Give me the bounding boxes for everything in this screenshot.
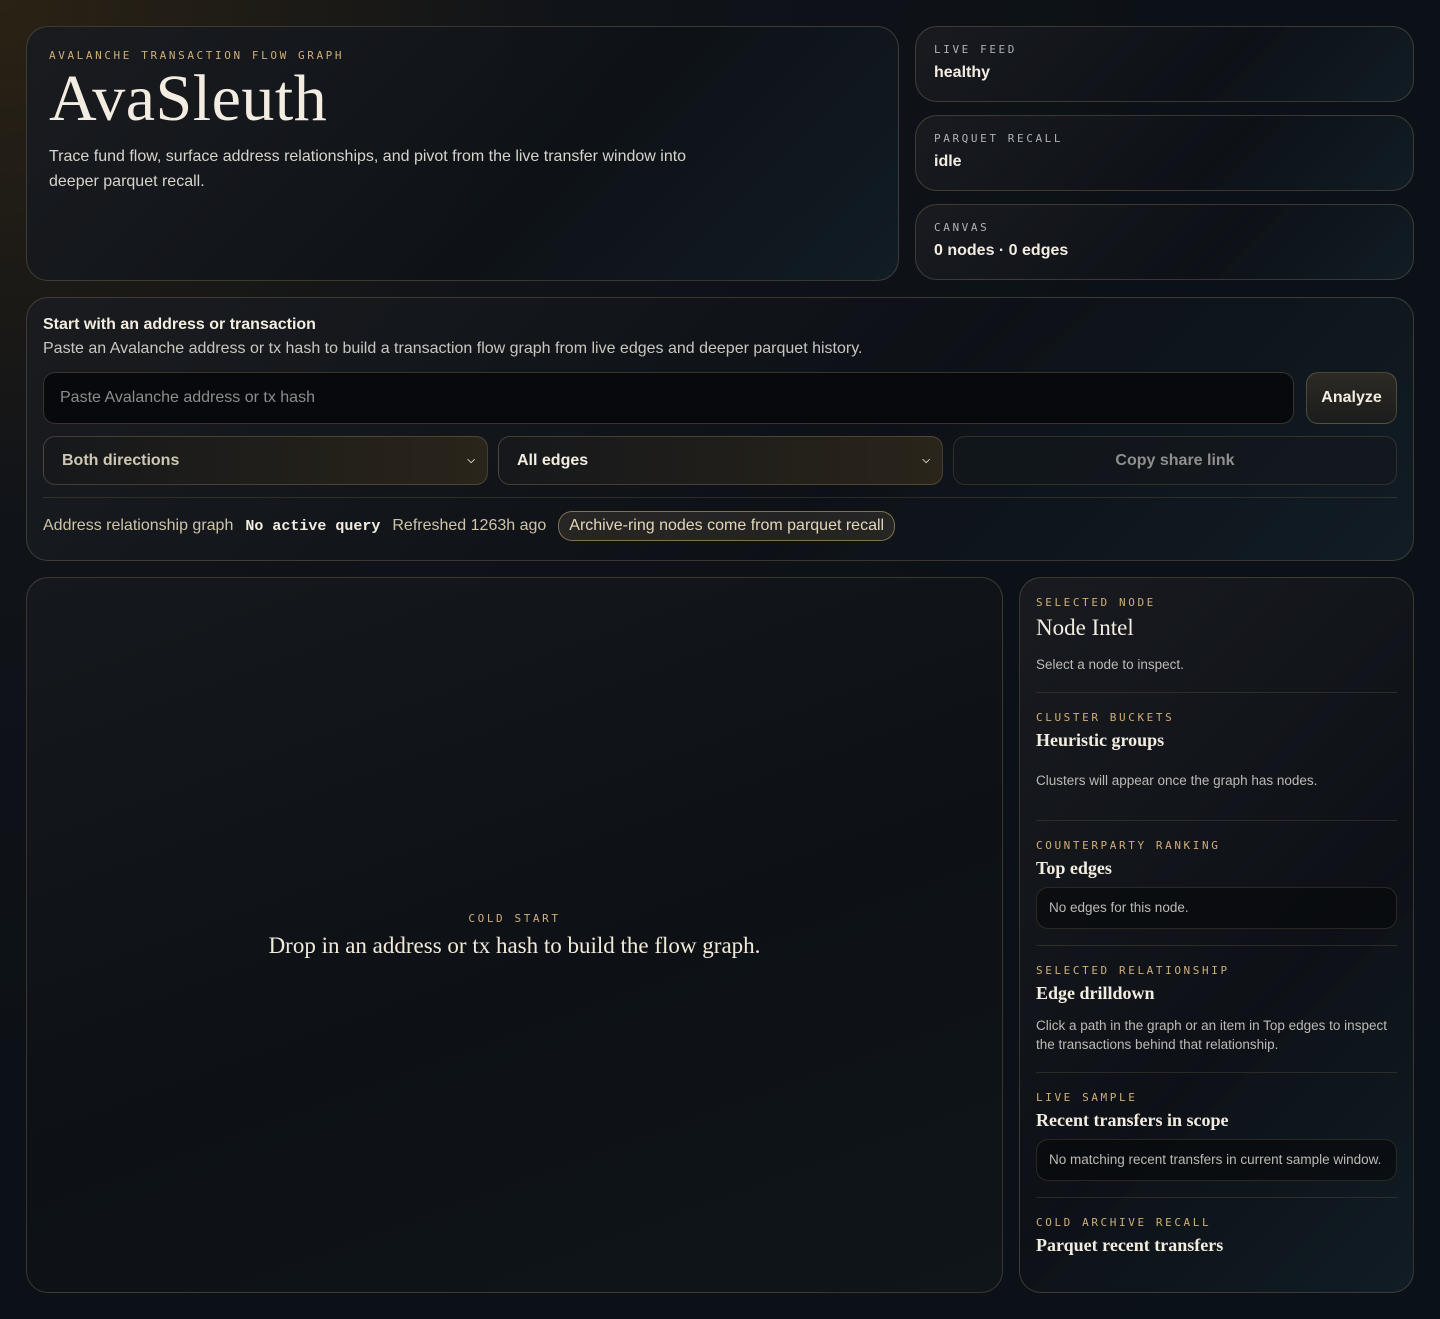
archive-note-badge: Archive-ring nodes come from parquet rec… xyxy=(558,511,896,541)
analyze-button[interactable]: Analyze xyxy=(1306,372,1397,424)
search-panel: Start with an address or transaction Pas… xyxy=(26,297,1414,561)
relationship-kicker: SELECTED RELATIONSHIP xyxy=(1036,964,1230,977)
refreshed-time: Refreshed 1263h ago xyxy=(392,517,547,534)
parquet-recall-value: idle xyxy=(934,153,962,170)
canvas-value: 0 nodes · 0 edges xyxy=(934,242,1069,259)
top-edges-title: Top edges xyxy=(1036,858,1112,878)
live-sample-section: LIVE SAMPLE Recent transfers in scope No… xyxy=(1036,1073,1397,1198)
hero-description: Trace fund flow, surface address relatio… xyxy=(49,148,687,190)
live-sample-title: Recent transfers in scope xyxy=(1036,1110,1229,1130)
cluster-kicker: CLUSTER BUCKETS xyxy=(1036,711,1175,724)
edges-select[interactable]: All edges ⌵ xyxy=(498,436,943,485)
chevron-down-icon: ⌵ xyxy=(467,455,475,466)
edge-drilldown-section: SELECTED RELATIONSHIP Edge drilldown Cli… xyxy=(1036,946,1397,1073)
cluster-text: Clusters will appear once the graph has … xyxy=(1036,773,1318,788)
direction-select-value: Both directions xyxy=(62,451,180,469)
app-title: AvaSleuth xyxy=(49,62,328,135)
edge-drilldown-title: Edge drilldown xyxy=(1036,983,1155,1003)
live-feed-value: healthy xyxy=(934,64,991,81)
graph-canvas[interactable]: COLD START Drop in an address or tx hash… xyxy=(26,577,1003,1293)
node-intel-section: SELECTED NODE Node Intel Select a node t… xyxy=(1036,596,1397,693)
top-edges-empty: No edges for this node. xyxy=(1036,887,1397,929)
direction-select[interactable]: Both directions ⌵ xyxy=(43,436,488,485)
search-subtitle: Paste an Avalanche address or tx hash to… xyxy=(43,340,863,357)
cluster-section: CLUSTER BUCKETS Heuristic groups Cluster… xyxy=(1036,693,1397,821)
search-input[interactable] xyxy=(43,372,1294,424)
archive-kicker: COLD ARCHIVE RECALL xyxy=(1036,1216,1212,1229)
status-line: Address relationship graph No active que… xyxy=(43,498,1397,541)
archive-title: Parquet recent transfers xyxy=(1036,1235,1224,1255)
parquet-recall-card: PARQUET RECALL idle xyxy=(915,115,1414,191)
query-status: No active query xyxy=(245,517,381,535)
live-sample-kicker: LIVE SAMPLE xyxy=(1036,1091,1138,1104)
hero-panel: AVALANCHE TRANSACTION FLOW GRAPH AvaSleu… xyxy=(26,26,899,281)
live-feed-label: LIVE FEED xyxy=(934,43,1018,56)
counterparty-kicker: COUNTERPARTY RANKING xyxy=(1036,839,1221,852)
edge-drilldown-text: Click a path in the graph or an item in … xyxy=(1036,1018,1387,1052)
live-feed-card: LIVE FEED healthy xyxy=(915,26,1414,102)
side-panel: SELECTED NODE Node Intel Select a node t… xyxy=(1019,577,1414,1293)
cluster-title: Heuristic groups xyxy=(1036,730,1165,750)
search-title: Start with an address or transaction xyxy=(43,316,316,333)
top-edges-section: COUNTERPARTY RANKING Top edges No edges … xyxy=(1036,821,1397,946)
edges-select-value: All edges xyxy=(517,451,589,469)
live-sample-empty: No matching recent transfers in current … xyxy=(1036,1139,1397,1181)
archive-section: COLD ARCHIVE RECALL Parquet recent trans… xyxy=(1036,1198,1397,1256)
canvas-label: CANVAS xyxy=(934,221,990,234)
graph-label: Address relationship graph xyxy=(43,517,234,534)
copy-share-link-button[interactable]: Copy share link xyxy=(953,436,1397,485)
chevron-down-icon: ⌵ xyxy=(922,455,930,466)
hero-kicker: AVALANCHE TRANSACTION FLOW GRAPH xyxy=(49,49,345,62)
cold-start-message: Drop in an address or tx hash to build t… xyxy=(268,932,761,958)
canvas-card: CANVAS 0 nodes · 0 edges xyxy=(915,204,1414,280)
selected-node-kicker: SELECTED NODE xyxy=(1036,596,1156,609)
node-intel-title: Node Intel xyxy=(1036,615,1134,640)
parquet-recall-label: PARQUET RECALL xyxy=(934,132,1064,145)
node-intel-text: Select a node to inspect. xyxy=(1036,657,1184,672)
cold-start-kicker: COLD START xyxy=(468,911,561,925)
